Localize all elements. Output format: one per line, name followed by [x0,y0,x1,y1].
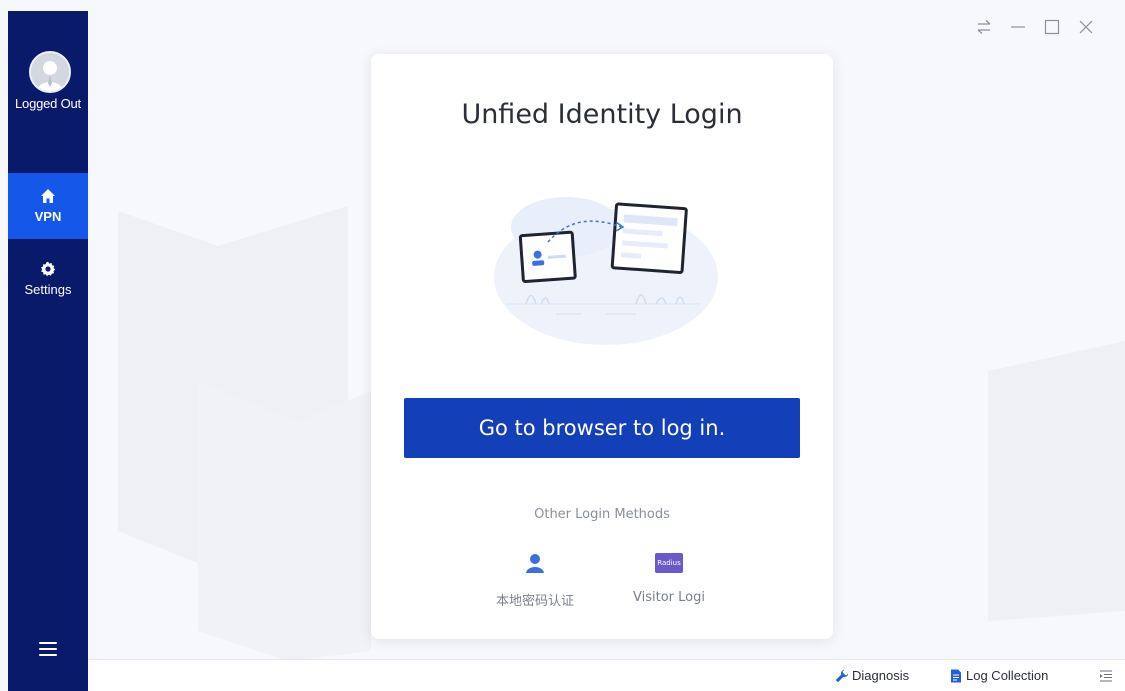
app-window: Logged Out VPN Settings Unfied Identity … [0,0,1125,691]
sidebar-item-label: VPN [34,209,62,224]
other-login-methods-label: Other Login Methods [534,507,670,522]
method-label: Visitor Logi [633,590,705,605]
swap-icon[interactable] [975,18,993,36]
menu-icon[interactable] [39,642,57,656]
sidebar: Logged Out VPN Settings [8,11,88,691]
home-icon [40,188,56,204]
window-controls [975,18,1095,36]
sidebar-item-label: Settings [24,282,72,297]
diagnosis-button[interactable]: Diagnosis [835,668,909,683]
maximize-icon[interactable] [1043,18,1061,36]
method-label: 本地密码认证 [495,594,574,609]
close-icon[interactable] [1077,18,1095,36]
login-status: Logged Out [15,96,81,111]
bottom-bar: Diagnosis Log Collection [88,659,1125,691]
panel-toggle-icon[interactable] [1099,669,1113,683]
browser-login-button[interactable]: Go to browser to log in. [404,398,800,458]
log-collection-button[interactable]: Log Collection [949,668,1048,683]
sidebar-item-settings[interactable]: Settings [8,246,88,312]
gear-icon [40,261,56,277]
page-title: Unfied Identity Login [461,99,743,130]
document-icon [951,669,961,682]
sidebar-item-vpn[interactable]: VPN [8,173,88,239]
radius-icon: Radius [655,553,683,573]
login-illustration [494,197,718,345]
avatar[interactable] [29,51,71,93]
diagnosis-label: Diagnosis [852,668,910,683]
local-password-login-option[interactable]: 本地密码认证 [475,552,595,609]
log-collection-label: Log Collection [966,668,1049,683]
visitor-login-option[interactable]: Radius Visitor Logi [609,552,729,605]
user-icon [524,552,546,574]
minimize-icon[interactable] [1009,18,1027,36]
wrench-icon [835,669,849,682]
login-card: Unfied Identity Login Go to browser to l… [371,54,833,639]
user-avatar-icon [31,53,69,91]
